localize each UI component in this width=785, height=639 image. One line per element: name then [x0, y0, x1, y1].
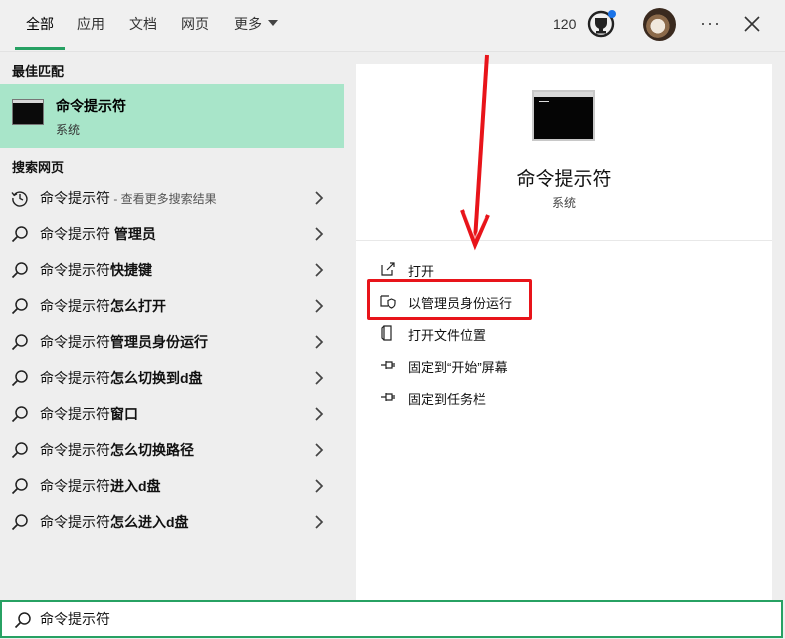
- search-icon: [11, 334, 28, 351]
- web-result-label: 命令提示符怎么切换到d盘: [40, 370, 203, 386]
- web-result-row[interactable]: 命令提示符 - 查看更多搜索结果: [0, 180, 344, 216]
- web-result-label: 命令提示符 - 查看更多搜索结果: [40, 190, 217, 206]
- divider: [356, 240, 772, 241]
- chevron-right-icon: [315, 191, 324, 205]
- detail-subtitle: 系统: [551, 196, 576, 210]
- chevron-right-icon: [315, 407, 324, 421]
- history-icon: [11, 191, 28, 207]
- best-match-title: 命令提示符: [56, 98, 126, 114]
- annotation-highlight-box: [367, 279, 532, 320]
- web-result-label: 命令提示符快捷键: [40, 262, 152, 278]
- close-icon[interactable]: [742, 14, 762, 34]
- pin-icon: [381, 393, 395, 401]
- pin-to-taskbar-label: 固定到任务栏: [408, 392, 487, 407]
- web-result-row[interactable]: 命令提示符怎么打开: [0, 288, 344, 324]
- search-web-heading: 搜索网页: [12, 160, 65, 175]
- reward-points: 120: [553, 16, 577, 32]
- search-icon: [11, 514, 28, 531]
- search-icon: [14, 612, 31, 629]
- tab-all[interactable]: 全部: [15, 0, 65, 52]
- pin-to-start-label: 固定到“开始”屏幕: [408, 360, 508, 375]
- web-result-label: 命令提示符窗口: [40, 406, 138, 422]
- web-result-label: 命令提示符管理员身份运行: [40, 334, 208, 350]
- chevron-right-icon: [315, 515, 324, 529]
- web-result-label: 命令提示符怎么打开: [40, 298, 166, 314]
- open-file-location-label: 打开文件位置: [408, 328, 487, 343]
- search-icon: [11, 478, 28, 495]
- top-bar: 全部 应用 文档 网页 更多 120 ···: [0, 0, 785, 52]
- tab-docs[interactable]: 文档: [129, 0, 157, 52]
- search-icon: [11, 262, 28, 279]
- chevron-right-icon: [315, 299, 324, 313]
- chevron-right-icon: [315, 479, 324, 493]
- chevron-right-icon: [315, 263, 324, 277]
- web-result-row[interactable]: 命令提示符管理员身份运行: [0, 324, 344, 360]
- open-action-label: 打开: [408, 264, 435, 279]
- reward-trophy-icon[interactable]: [587, 9, 617, 39]
- tab-web[interactable]: 网页: [181, 0, 209, 52]
- web-result-row[interactable]: 命令提示符怎么切换路径: [0, 432, 344, 468]
- search-icon: [11, 226, 28, 243]
- web-result-label: 命令提示符 管理员: [40, 226, 156, 242]
- detail-panel: 命令提示符 系统 打开 以管理员身份运行 打开文件位置 固定到“开始”屏幕 固定…: [356, 64, 772, 600]
- open-icon: [381, 262, 395, 276]
- web-result-row[interactable]: 命令提示符 管理员: [0, 216, 344, 252]
- chevron-right-icon: [315, 227, 324, 241]
- detail-title: 命令提示符: [516, 169, 612, 190]
- tab-more[interactable]: 更多: [234, 0, 278, 52]
- web-result-row[interactable]: 命令提示符进入d盘: [0, 468, 344, 504]
- web-result-label: 命令提示符怎么切换路径: [40, 442, 194, 458]
- command-prompt-icon: [12, 99, 44, 125]
- file-location-icon: [381, 325, 392, 341]
- user-avatar[interactable]: [643, 8, 676, 41]
- web-result-row[interactable]: 命令提示符窗口: [0, 396, 344, 432]
- search-icon: [11, 370, 28, 387]
- best-match-heading: 最佳匹配: [12, 64, 65, 79]
- web-result-label: 命令提示符进入d盘: [40, 478, 161, 494]
- web-result-label: 命令提示符怎么进入d盘: [40, 514, 189, 530]
- search-icon: [11, 442, 28, 459]
- caret-down-icon: [268, 20, 278, 27]
- tab-more-label: 更多: [234, 16, 262, 32]
- tab-apps[interactable]: 应用: [77, 0, 105, 52]
- web-result-row[interactable]: 命令提示符快捷键: [0, 252, 344, 288]
- search-icon: [11, 298, 28, 315]
- web-result-row[interactable]: 命令提示符怎么切换到d盘: [0, 360, 344, 396]
- chevron-right-icon: [315, 335, 324, 349]
- search-icon: [11, 406, 28, 423]
- more-options-button[interactable]: ···: [700, 0, 721, 46]
- command-prompt-icon: [532, 90, 595, 141]
- best-match-subtitle: 系统: [56, 123, 81, 137]
- pin-icon: [381, 361, 395, 369]
- web-result-row[interactable]: 命令提示符怎么进入d盘: [0, 504, 344, 540]
- search-input[interactable]: [40, 606, 760, 632]
- chevron-right-icon: [315, 443, 324, 457]
- best-match-item[interactable]: 命令提示符 系统: [0, 84, 344, 148]
- chevron-right-icon: [315, 371, 324, 385]
- search-bar: [0, 600, 783, 638]
